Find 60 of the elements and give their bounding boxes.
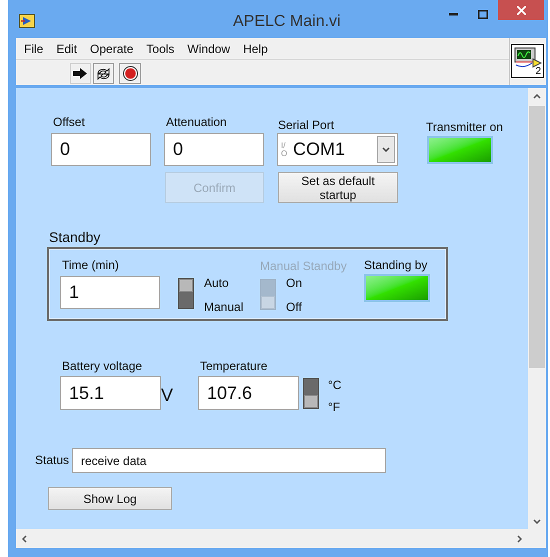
vertical-scrollbar[interactable] — [528, 88, 546, 529]
status-field[interactable]: receive data — [72, 448, 386, 473]
switch-label: °C — [328, 377, 342, 394]
field-label: Status — [35, 452, 70, 469]
indicator-field[interactable]: 15.1 — [60, 376, 161, 410]
vi-icon[interactable]: 2 — [511, 44, 544, 78]
numeric-field[interactable]: 0 — [164, 133, 264, 166]
numeric-field[interactable]: 1 — [60, 276, 160, 309]
group-title: Standby — [49, 228, 100, 247]
field-label: Standing by — [364, 257, 428, 274]
horizontal-scrollbar[interactable] — [16, 529, 528, 548]
chevron-up-icon[interactable] — [533, 94, 541, 99]
field-label: Attenuation — [166, 114, 227, 131]
toggle-switch[interactable] — [303, 378, 319, 409]
set-default-button[interactable]: Set as default startup — [278, 172, 398, 203]
maximize-icon — [478, 10, 488, 18]
chevron-down-icon[interactable] — [533, 519, 541, 524]
menu-item[interactable]: Operate — [90, 40, 134, 58]
io-prefix: I/O — [281, 142, 288, 158]
run-continuously-button[interactable] — [93, 63, 114, 84]
app-icon — [19, 14, 35, 28]
close-icon — [516, 6, 526, 14]
field-label: Battery voltage — [62, 358, 142, 375]
field-label: Transmitter on — [426, 119, 503, 136]
field-label: Time (min) — [62, 257, 119, 274]
arrow-icon — [73, 68, 88, 79]
field-label: Offset — [53, 114, 85, 131]
show-log-button[interactable]: Show Log — [48, 487, 172, 510]
minimize-icon — [448, 12, 458, 16]
menu-item[interactable]: Edit — [56, 40, 78, 58]
stop-icon — [122, 66, 138, 81]
numeric-field[interactable]: 0 — [51, 133, 151, 166]
scrollbar-thumb[interactable] — [529, 106, 545, 368]
switch-label: Off — [286, 299, 302, 316]
switch-label: Manual — [204, 299, 244, 316]
switch-label: On — [286, 275, 302, 292]
dropdown-arrow-button[interactable] — [377, 136, 395, 163]
connector-count: 2 — [535, 66, 541, 77]
abort-button[interactable] — [119, 63, 141, 84]
chevron-right-icon[interactable] — [517, 535, 522, 543]
menu-item[interactable]: Window — [187, 40, 230, 58]
menu-item[interactable]: File — [24, 40, 44, 58]
indicator-field[interactable]: 107.6 — [198, 376, 299, 410]
run-button[interactable] — [70, 63, 91, 84]
loop-arrows-icon — [96, 66, 111, 80]
unit-label: V — [161, 384, 174, 407]
switch-label: Auto — [204, 275, 229, 292]
switch-label: °F — [328, 399, 340, 416]
chevron-left-icon[interactable] — [22, 535, 27, 543]
oscilloscope-icon — [514, 47, 542, 69]
field-label: Temperature — [200, 358, 268, 375]
chevron-down-icon — [382, 147, 390, 152]
menu-item[interactable]: Help — [243, 40, 268, 58]
field-label: Manual Standby — [260, 258, 347, 275]
window-title: APELC Main.vi — [233, 12, 341, 32]
toggle-switch[interactable] — [178, 278, 194, 309]
menu-item[interactable]: Tools — [146, 40, 174, 58]
close-button[interactable] — [498, 0, 544, 20]
dropdown-value: COM1 — [293, 138, 346, 161]
field-label: Serial Port — [278, 117, 334, 134]
